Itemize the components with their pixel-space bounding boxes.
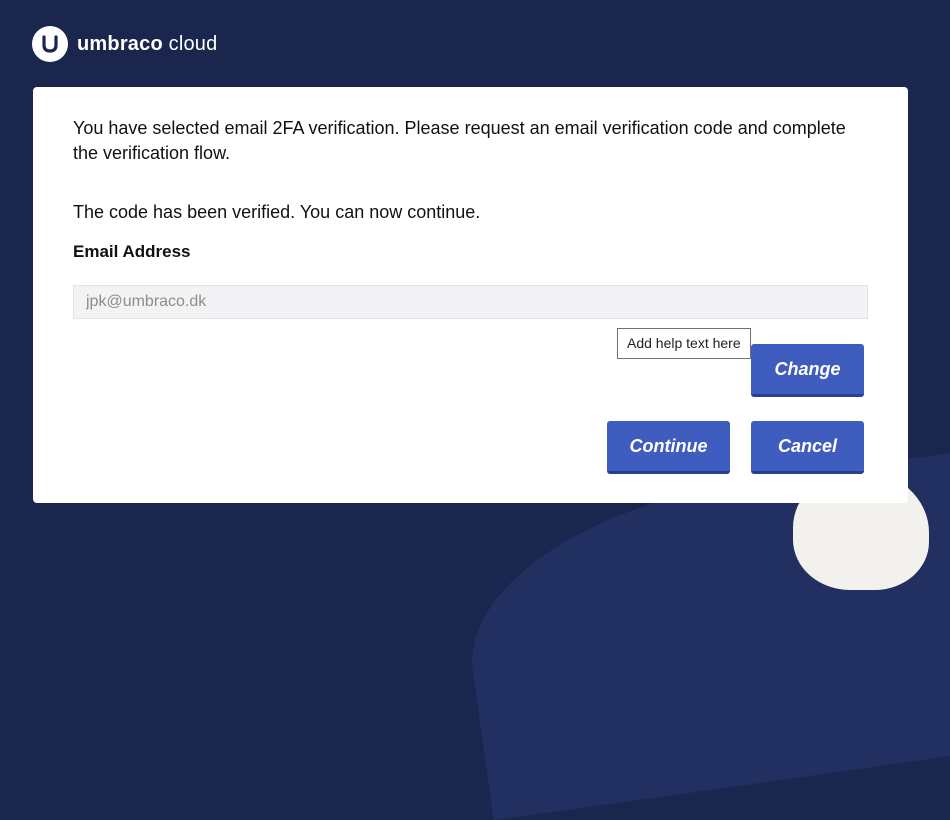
- continue-button[interactable]: Continue: [607, 421, 730, 474]
- header: umbraco cloud: [32, 26, 217, 62]
- help-tooltip: Add help text here: [617, 328, 751, 359]
- cancel-button[interactable]: Cancel: [751, 421, 864, 474]
- change-button[interactable]: Change: [751, 344, 864, 397]
- umbraco-logo-icon[interactable]: [32, 26, 68, 62]
- intro-text: You have selected email 2FA verification…: [73, 118, 846, 163]
- brand-name-part2: cloud: [168, 32, 218, 55]
- verification-card: You have selected email 2FA verification…: [33, 87, 908, 503]
- email-field[interactable]: [73, 285, 868, 319]
- brand-name-part1: umbraco: [77, 32, 163, 55]
- email-label: Email Address: [73, 242, 191, 261]
- brand-name: umbraco cloud: [77, 33, 217, 56]
- verified-message: The code has been verified. You can now …: [73, 202, 481, 222]
